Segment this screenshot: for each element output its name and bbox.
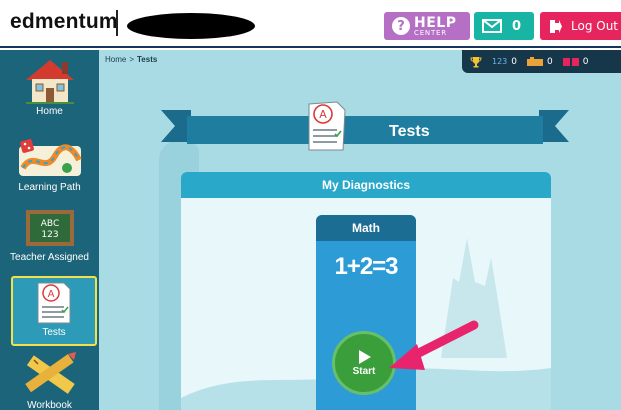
math-card-title: Math [316, 215, 416, 241]
edmentum-logo[interactable]: edmentum [10, 10, 118, 34]
start-label: Start [352, 366, 376, 377]
sidebar: Home Learning Path ABC 123 Teacher Assig… [0, 50, 99, 410]
stat-books-value: 0 [582, 56, 589, 67]
sidebar-item-label: Home [36, 106, 63, 117]
breadcrumb-separator: > [129, 55, 135, 64]
sidebar-item-label: Tests [42, 327, 66, 338]
svg-text:A: A [48, 289, 55, 300]
svg-text:A: A [319, 108, 327, 121]
trophy-icon [470, 56, 482, 67]
board-text-abc: ABC [40, 219, 58, 229]
test-paper-icon: A [37, 282, 71, 324]
breadcrumb-current: Tests [137, 55, 158, 64]
chalkboard-icon: ABC 123 [25, 210, 74, 246]
sidebar-item-label: Workbook [27, 400, 72, 410]
sidebar-item-home[interactable]: Home [0, 58, 99, 136]
stats-bar: 123 0 0 0 [462, 50, 621, 73]
play-icon [359, 350, 371, 364]
messages-count: 0 [512, 18, 522, 34]
stat-reading: 0 [527, 56, 553, 67]
book-icon [562, 57, 579, 66]
sidebar-item-teacher-assigned[interactable]: ABC 123 Teacher Assigned [0, 208, 99, 286]
stat-trophy [470, 56, 482, 68]
tests-badge-icon: A [308, 101, 346, 151]
math-equation: 1+2=3 [334, 253, 398, 280]
question-icon: ? [392, 17, 410, 35]
sidebar-item-tests[interactable]: A Tests [11, 276, 97, 346]
help-center-button[interactable]: ? HELP CENTER [384, 12, 470, 40]
help-label: HELP [414, 14, 457, 31]
start-button[interactable]: Start [332, 331, 396, 395]
sidebar-item-learning-path[interactable]: Learning Path [0, 138, 99, 216]
sidebar-item-label: Learning Path [18, 182, 81, 193]
stat-math: 123 0 [492, 57, 517, 67]
stat-books: 0 [562, 56, 589, 67]
messages-button[interactable]: 0 [474, 12, 534, 40]
help-sublabel: CENTER [414, 28, 447, 37]
house-icon [25, 60, 74, 104]
logo-divider [116, 10, 118, 36]
numbers-icon: 123 [492, 57, 508, 66]
redacted-user-name [127, 13, 255, 39]
logout-label: Log Out [571, 19, 619, 33]
breadcrumb: Home > Tests [105, 55, 157, 64]
logout-icon [550, 19, 562, 33]
sidebar-item-label: Teacher Assigned [10, 252, 89, 263]
pencil-ruler-icon [24, 352, 76, 394]
page-title: Tests [389, 123, 430, 140]
board-text-123: 123 [41, 230, 58, 240]
top-bar: edmentum ? HELP CENTER 0 Log Out [0, 0, 621, 48]
main-content: Home > Tests 123 0 0 0 A Tests My Diagno… [99, 50, 621, 410]
sidebar-item-workbook[interactable]: Workbook [0, 350, 99, 410]
logout-button[interactable]: Log Out [540, 12, 621, 40]
diagnostics-title: My Diagnostics [181, 172, 551, 198]
envelope-icon [482, 19, 502, 33]
game-board-icon [18, 139, 82, 176]
stat-math-value: 0 [511, 56, 518, 67]
breadcrumb-home[interactable]: Home [105, 55, 126, 64]
stat-reading-value: 0 [547, 56, 553, 67]
reading-icon [527, 56, 544, 66]
